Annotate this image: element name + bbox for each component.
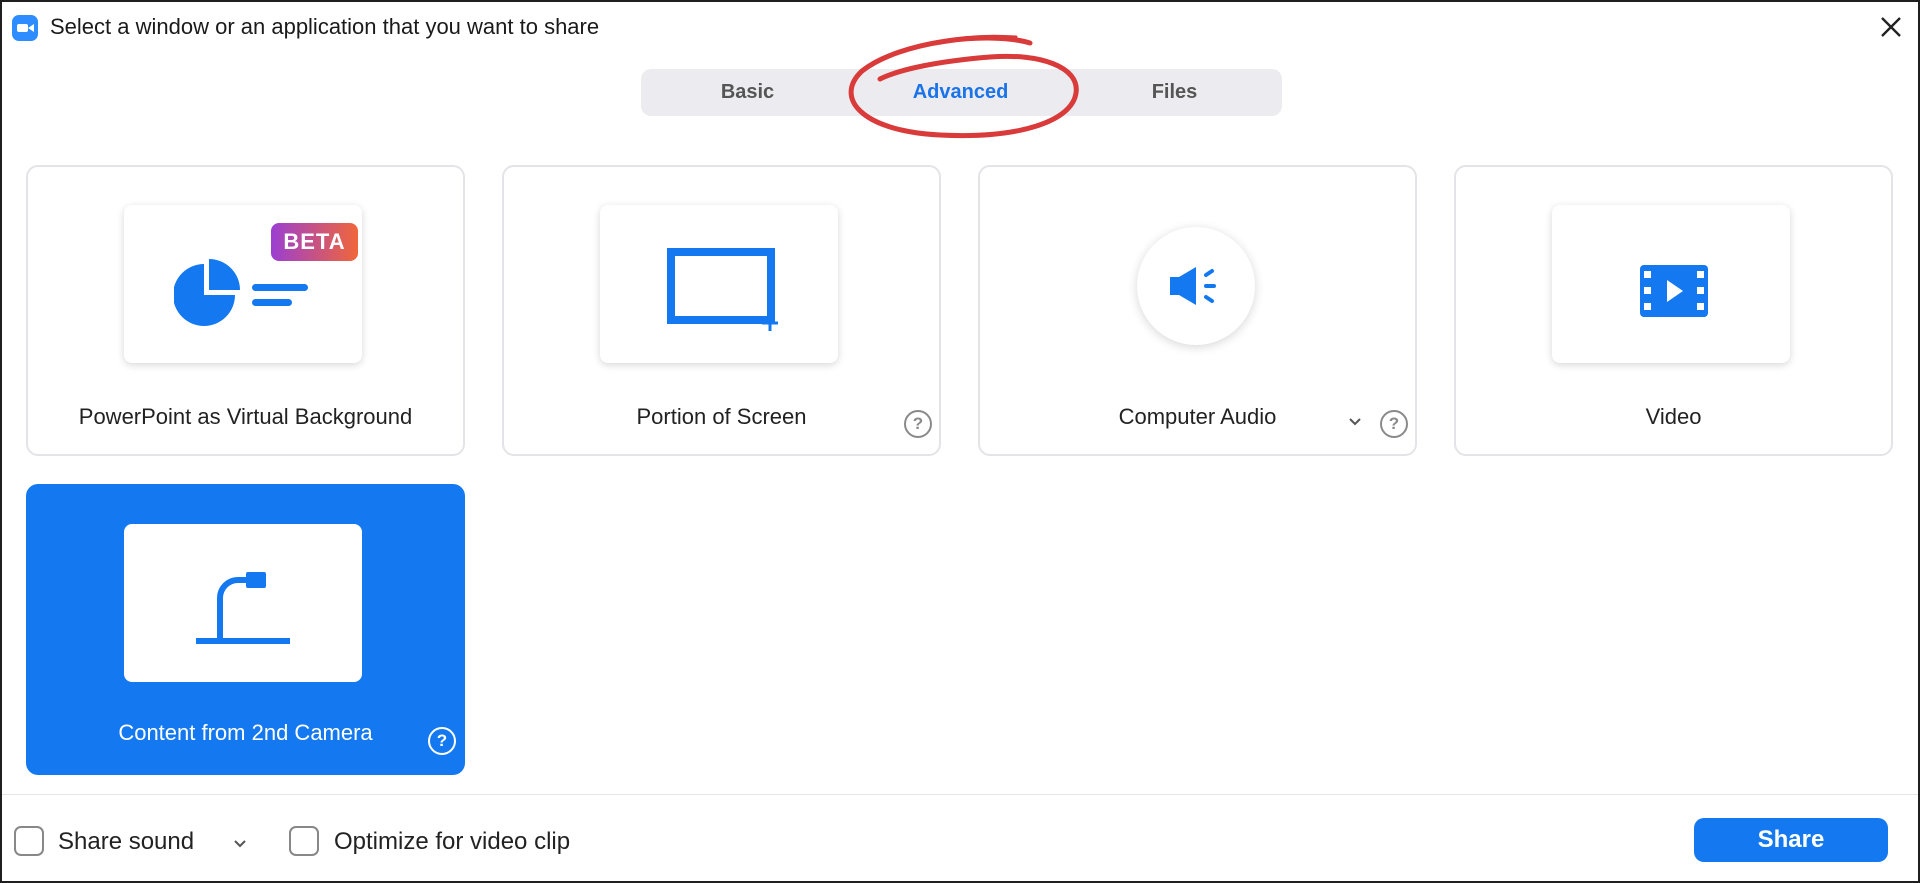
footer-divider (2, 794, 1918, 795)
speaker-icon (1170, 267, 1216, 305)
share-button[interactable]: Share (1694, 818, 1888, 862)
chevron-down-icon[interactable] (1345, 411, 1365, 431)
close-icon (1881, 17, 1901, 37)
help-icon[interactable]: ? (904, 410, 932, 438)
document-camera-icon (196, 572, 290, 644)
close-button[interactable] (1876, 12, 1906, 42)
zoom-camera-icon (12, 15, 38, 41)
beta-badge: BETA (271, 223, 358, 261)
option-computer-audio[interactable]: Computer Audio ? (978, 165, 1417, 456)
tab-basic[interactable]: Basic (641, 69, 854, 116)
help-icon[interactable]: ? (1380, 410, 1408, 438)
option-label: Portion of Screen (636, 404, 807, 429)
option-powerpoint-background[interactable]: BETA PowerPoint as Virtual Background (26, 165, 465, 456)
option-video[interactable]: Video (1454, 165, 1893, 456)
chevron-down-icon[interactable] (230, 833, 250, 853)
pie-chart-icon (174, 259, 308, 326)
tab-files[interactable]: Files (1067, 69, 1282, 116)
optimize-video-checkbox[interactable] (289, 826, 319, 856)
screen-portion-icon (667, 248, 778, 331)
film-play-icon (1640, 265, 1708, 317)
option-label: Content from 2nd Camera (118, 720, 373, 745)
share-sound-checkbox[interactable] (14, 826, 44, 856)
tab-advanced[interactable]: Advanced (854, 69, 1067, 116)
option-label: Video (1645, 404, 1702, 429)
option-label: PowerPoint as Virtual Background (78, 404, 413, 429)
option-content-from-2nd-camera[interactable]: Content from 2nd Camera ? (26, 484, 465, 775)
optimize-video-label[interactable]: Optimize for video clip (334, 828, 570, 856)
dialog-title: Select a window or an application that y… (50, 14, 600, 39)
option-portion-of-screen[interactable]: Portion of Screen ? (502, 165, 941, 456)
share-tabs: Basic Advanced Files (641, 69, 1282, 116)
share-dialog: Select a window or an application that y… (0, 0, 1920, 883)
share-sound-label[interactable]: Share sound (58, 828, 194, 856)
help-icon[interactable]: ? (428, 727, 456, 755)
title-bar: Select a window or an application that y… (2, 2, 1918, 52)
